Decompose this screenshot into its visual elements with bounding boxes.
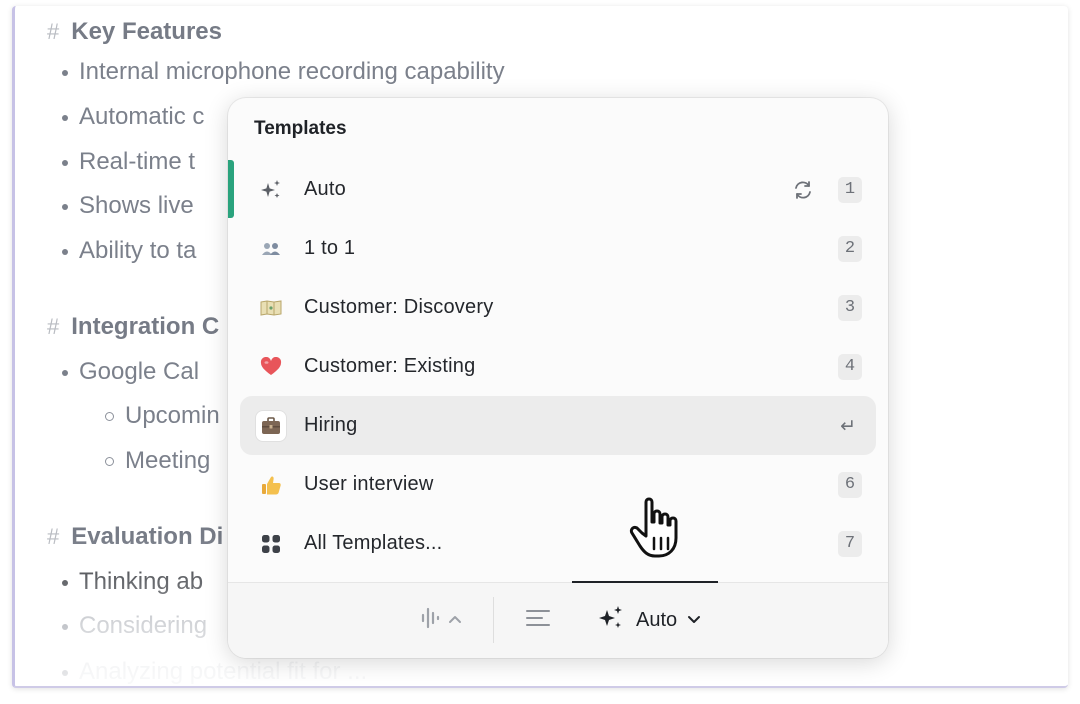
shortcut-key: 3 <box>838 294 862 321</box>
templates-popover: Templates Auto 1 1 to 1 2 Customer: Disc… <box>228 98 888 658</box>
notes-view-button[interactable] <box>520 603 556 637</box>
refresh-icon[interactable] <box>792 179 814 201</box>
template-label: Customer: Discovery <box>304 296 494 318</box>
list-item: Upcomin <box>105 402 220 429</box>
list-item: Thinking ab <box>61 568 204 595</box>
list-item: Internal microphone recording capability <box>62 58 505 85</box>
section-heading: # Integration C <box>47 313 220 340</box>
template-label: User interview <box>304 473 434 495</box>
mode-label: Auto <box>636 608 678 631</box>
template-item-customer-existing[interactable]: Customer: Existing 4 <box>240 337 876 396</box>
template-label: Customer: Existing <box>304 355 476 377</box>
shortcut-key: 4 <box>838 353 862 380</box>
heading-hash-icon: # <box>47 314 60 339</box>
footer-divider <box>493 597 494 643</box>
text-lines-icon <box>525 608 551 633</box>
grid-icon <box>256 529 286 559</box>
section-heading: # Key Features <box>47 18 222 45</box>
template-item-all-templates[interactable]: All Templates... 7 <box>240 514 876 573</box>
list-item: Meeting <box>104 447 211 474</box>
briefcase-icon <box>256 410 286 441</box>
map-icon <box>256 293 286 323</box>
chevron-down-icon <box>687 611 701 629</box>
template-label: Hiring <box>304 414 358 436</box>
list-item: Ability to ta <box>61 237 197 264</box>
template-mode-button[interactable]: Auto <box>588 601 709 639</box>
hand-cursor-icon <box>628 496 688 560</box>
template-list: Auto 1 1 to 1 2 Customer: Discovery 3 Cu… <box>228 160 888 573</box>
template-label: All Templates... <box>304 532 443 554</box>
list-item: Shows live <box>62 192 194 219</box>
chevron-up-icon <box>448 611 462 629</box>
template-item-1-to-1[interactable]: 1 to 1 2 <box>240 219 876 278</box>
shortcut-key: 1 <box>838 176 862 203</box>
list-item: Automatic c <box>61 103 205 130</box>
popover-footer: Auto <box>228 581 888 658</box>
heart-icon <box>256 352 286 382</box>
heading-hash-icon: # <box>47 19 60 44</box>
audio-level-button[interactable] <box>412 603 470 637</box>
heading-hash-icon: # <box>47 524 60 549</box>
shortcut-key: 2 <box>838 235 862 262</box>
list-item: Real-time t <box>61 148 196 175</box>
list-item: Analyzing potential fit for ... <box>61 658 368 685</box>
waveform-icon <box>420 606 440 635</box>
template-label: Auto <box>304 178 346 200</box>
template-item-user-interview[interactable]: User interview 6 <box>240 455 876 514</box>
list-item: Google Cal <box>61 358 200 385</box>
people-icon <box>256 234 286 264</box>
sparkles-icon <box>256 175 286 205</box>
active-tab-indicator <box>572 581 718 583</box>
template-label: 1 to 1 <box>304 237 356 259</box>
shortcut-key: 7 <box>838 530 862 557</box>
enter-key-icon: ↵ <box>840 414 856 437</box>
section-heading: # Evaluation Di <box>47 523 224 550</box>
thumbs-up-icon <box>256 470 286 500</box>
list-item: Considering <box>61 612 208 639</box>
sparkles-icon <box>596 603 626 638</box>
template-item-auto[interactable]: Auto 1 <box>240 160 876 219</box>
template-item-hiring[interactable]: Hiring ↵ <box>240 396 876 455</box>
popover-title: Templates <box>254 118 347 139</box>
shortcut-key: 6 <box>838 471 862 498</box>
template-item-customer-discovery[interactable]: Customer: Discovery 3 <box>240 278 876 337</box>
